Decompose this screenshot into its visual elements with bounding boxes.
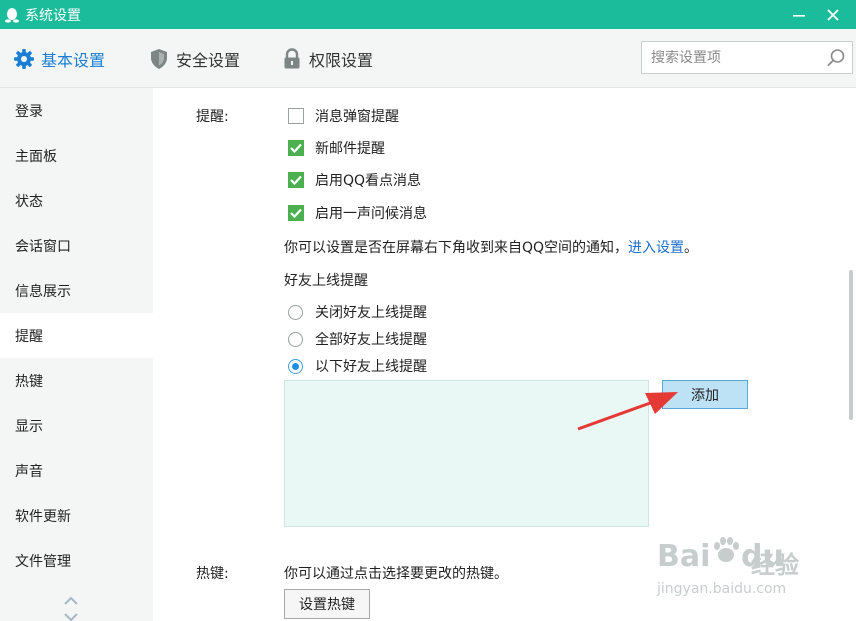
search-input[interactable] [651,49,821,66]
search-box [641,41,853,74]
sidebar-item-label: 登录 [15,103,43,120]
friend-online-title: 好友上线提醒 [284,273,368,289]
checkbox[interactable] [288,205,304,221]
gear-icon [13,48,35,70]
watermark-brand-cn: 经验 [751,551,799,579]
set-hotkey-button[interactable]: 设置热键 [284,589,370,619]
radio-label: 以下好友上线提醒 [315,359,427,375]
checkbox-mail-reminder[interactable]: 新邮件提醒 [288,138,385,158]
checkbox-label: 启用一声问候消息 [315,206,427,222]
enter-settings-link[interactable]: 进入设置 [628,240,684,256]
sidebar-item-login[interactable]: 登录 [0,88,153,133]
sidebar-item-label: 文件管理 [15,553,71,570]
friend-list-box[interactable] [284,380,649,527]
checkbox-label: 消息弹窗提醒 [315,109,399,125]
radio-button[interactable] [288,304,303,320]
sidebar-nav: 登录 主面板 状态 会话窗口 信息展示 提醒 热键 显示 声音 软件更新 文件管… [0,88,153,621]
settings-tab-bar: 基本设置 安全设置 权限设置 [0,29,856,88]
tab-label: 基本设置 [41,50,106,70]
sidebar-item-label: 信息展示 [15,283,71,300]
qzone-note-text: 你可以设置是否在屏幕右下角收到来自QQ空间的通知， [284,240,629,256]
sidebar-item-label: 显示 [15,418,43,435]
penguin-logo-icon [5,7,19,23]
sidebar-item-file-management[interactable]: 文件管理 [0,538,153,583]
sidebar-item-display[interactable]: 显示 [0,403,153,448]
sidebar-item-reminder[interactable]: 提醒 [0,313,153,358]
sidebar-item-label: 声音 [15,463,43,480]
checkbox[interactable] [288,140,304,156]
tab-security-settings[interactable]: 安全设置 [148,29,240,88]
sidebar-item-label: 主面板 [15,148,57,165]
sidebar-scroll-arrows-icon[interactable] [62,592,80,621]
paw-icon [714,537,739,562]
checkmark-icon [290,175,302,186]
checkmark-icon [290,143,302,154]
checkbox[interactable] [288,172,304,188]
checkbox-popup-reminder[interactable]: 消息弹窗提醒 [288,106,399,126]
radio-close-online-reminder[interactable]: 关闭好友上线提醒 [288,302,427,322]
sidebar-item-sound[interactable]: 声音 [0,448,153,493]
checkbox-greeting[interactable]: 启用一声问候消息 [288,203,427,223]
close-icon [827,8,839,21]
radio-label: 全部好友上线提醒 [315,332,427,348]
sidebar-item-label: 热键 [15,373,43,390]
radio-selected-online-reminder[interactable]: 以下好友上线提醒 [288,356,427,376]
add-friend-button[interactable]: 添加 [662,380,748,409]
checkbox[interactable] [288,108,304,124]
sidebar-item-status[interactable]: 状态 [0,178,153,223]
shield-icon [148,48,170,70]
hotkey-section-label: 热键: [196,566,229,582]
search-icon[interactable] [826,48,846,68]
tab-basic-settings[interactable]: 基本设置 [13,29,105,88]
minimize-icon [793,14,805,17]
sidebar-item-hotkey[interactable]: 热键 [0,358,153,403]
baidu-jingyan-watermark: Bai du 经验 jingyan.baidu.com [655,533,815,605]
sidebar-item-info-display[interactable]: 信息展示 [0,268,153,313]
tab-label: 安全设置 [176,50,241,70]
sidebar-item-label: 会话窗口 [15,238,71,255]
hotkey-description: 你可以通过点击选择要更改的热键。 [284,566,508,582]
window-title: 系统设置 [25,7,81,24]
content-scrollbar[interactable] [849,270,853,420]
watermark-brand-a: Bai [657,539,711,574]
checkbox-label: 启用QQ看点消息 [315,173,422,189]
reminder-section-label: 提醒: [196,109,229,125]
title-bar: 系统设置 [0,0,856,29]
tab-label: 权限设置 [309,50,374,70]
radio-button[interactable] [288,331,303,347]
sidebar-item-chat-window[interactable]: 会话窗口 [0,223,153,268]
sidebar-item-label: 提醒 [15,328,43,345]
checkmark-icon [290,208,302,219]
watermark-url: jingyan.baidu.com [657,581,787,597]
close-button[interactable] [818,0,848,29]
sidebar-item-label: 软件更新 [15,508,71,525]
checkbox-label: 新邮件提醒 [315,141,385,157]
minimize-button[interactable] [784,0,814,29]
radio-all-online-reminder[interactable]: 全部好友上线提醒 [288,329,427,349]
tab-permission-settings[interactable]: 权限设置 [281,29,373,88]
sidebar-item-software-update[interactable]: 软件更新 [0,493,153,538]
qzone-note: 你可以设置是否在屏幕右下角收到来自QQ空间的通知，进入设置。 [284,237,698,257]
lock-icon [281,47,303,70]
radio-label: 关闭好友上线提醒 [315,305,427,321]
sidebar-item-main-panel[interactable]: 主面板 [0,133,153,178]
qzone-note-end: 。 [684,240,699,256]
radio-button[interactable] [288,358,303,374]
sidebar-item-label: 状态 [15,193,43,210]
checkbox-qq-kandian[interactable]: 启用QQ看点消息 [288,170,421,190]
